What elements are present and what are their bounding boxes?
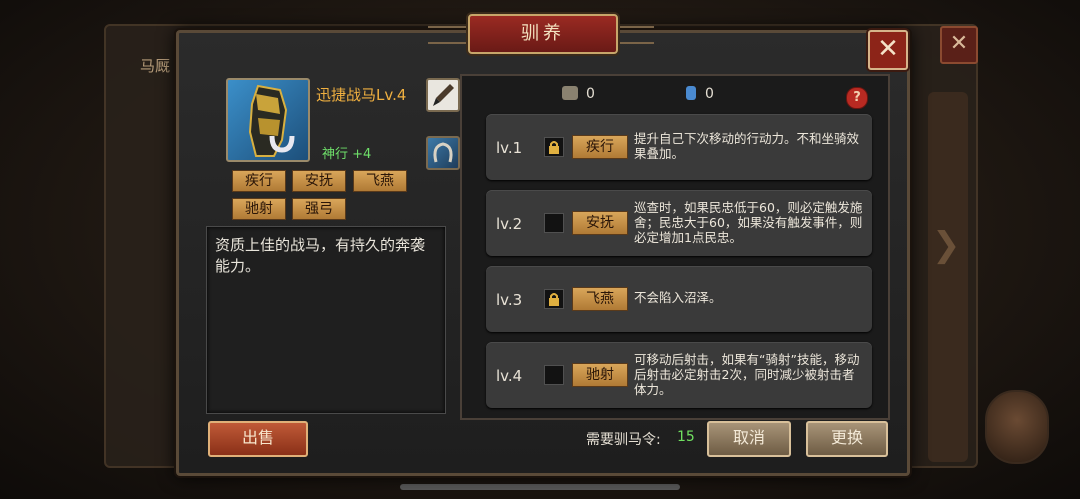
skill-tag: 安抚 — [292, 170, 346, 192]
skill-tag: 驰射 — [232, 198, 286, 220]
required-token-value: 15 — [677, 429, 695, 445]
chevron-right-icon[interactable]: ❯ — [932, 225, 961, 265]
level-label: lv.4 — [496, 367, 523, 385]
lock-slot — [544, 137, 564, 157]
horse-description: 资质上佳的战马，有持久的奔袭能力。 — [206, 226, 446, 414]
level-description: 可移动后射击，如果有“骑射”技能，移动后射击必定射击2次，同时减少被射击者体力。 — [634, 352, 860, 397]
level-skill-tag: 安抚 — [572, 211, 628, 235]
stable-window-title: 马厩 — [140, 57, 171, 75]
level-row: lv.3 飞燕 不会陷入沼泽。 — [486, 266, 872, 332]
cancel-button[interactable]: 取消 — [707, 421, 791, 457]
lock-icon — [549, 293, 559, 306]
level-description: 巡查时，如果民忠低于60，则必定触发施舍；民忠大于60，如果没有触发事件，则必定… — [634, 200, 863, 245]
replace-button[interactable]: 更换 — [806, 421, 888, 457]
skill-bonus-text: 神行 +4 — [322, 147, 372, 162]
level-row: lv.1 疾行 提升自己下次移动的行动力。不和坐骑效果叠加。 — [486, 114, 872, 180]
stable-close-icon[interactable]: ✕ — [940, 26, 978, 64]
lock-icon — [549, 141, 559, 154]
horseshoe-icon[interactable] — [426, 136, 460, 170]
checkbox[interactable] — [544, 213, 564, 233]
lock-slot — [544, 289, 564, 309]
level-label: lv.3 — [496, 291, 523, 309]
level-row: lv.4 驰射 可移动后射击，如果有“骑射”技能，移动后射击必定射击2次，同时减… — [486, 342, 872, 408]
level-row: lv.2 安抚 巡查时，如果民忠低于60，则必定触发施舍；民忠大于60，如果没有… — [486, 190, 872, 256]
home-indicator — [400, 484, 680, 490]
title-ornament-right — [614, 26, 654, 44]
key-icon — [686, 86, 696, 100]
close-icon[interactable]: ✕ — [868, 30, 908, 70]
required-token-label: 需要驯马令: — [586, 432, 661, 448]
background-side-panel — [928, 92, 968, 462]
horse-name: 迅捷战马Lv.4 — [316, 86, 407, 104]
general-avatar[interactable] — [985, 390, 1049, 464]
horse-armor-icon — [248, 84, 295, 157]
level-label: lv.2 — [496, 215, 523, 233]
horse-portrait — [226, 78, 310, 162]
checkbox[interactable] — [544, 365, 564, 385]
horse-token-icon — [562, 86, 578, 100]
dialog-title: 驯养 — [468, 14, 618, 54]
level-label: lv.1 — [496, 139, 523, 157]
title-ornament-left — [428, 26, 468, 44]
skill-tag: 飞燕 — [353, 170, 407, 192]
level-description: 提升自己下次移动的行动力。不和坐骑效果叠加。 — [634, 131, 860, 161]
level-skill-tag: 飞燕 — [572, 287, 628, 311]
help-icon[interactable]: ? — [846, 87, 868, 109]
skill-tag: 强弓 — [292, 198, 346, 220]
sell-button[interactable]: 出售 — [208, 421, 308, 457]
skill-tag: 疾行 — [232, 170, 286, 192]
level-skill-tag: 疾行 — [572, 135, 628, 159]
level-skill-tag: 驰射 — [572, 363, 628, 387]
horse-token-count: 0 — [586, 86, 595, 102]
rename-brush-icon[interactable] — [426, 78, 460, 112]
level-description: 不会陷入沼泽。 — [634, 290, 722, 305]
key-count: 0 — [705, 86, 714, 102]
